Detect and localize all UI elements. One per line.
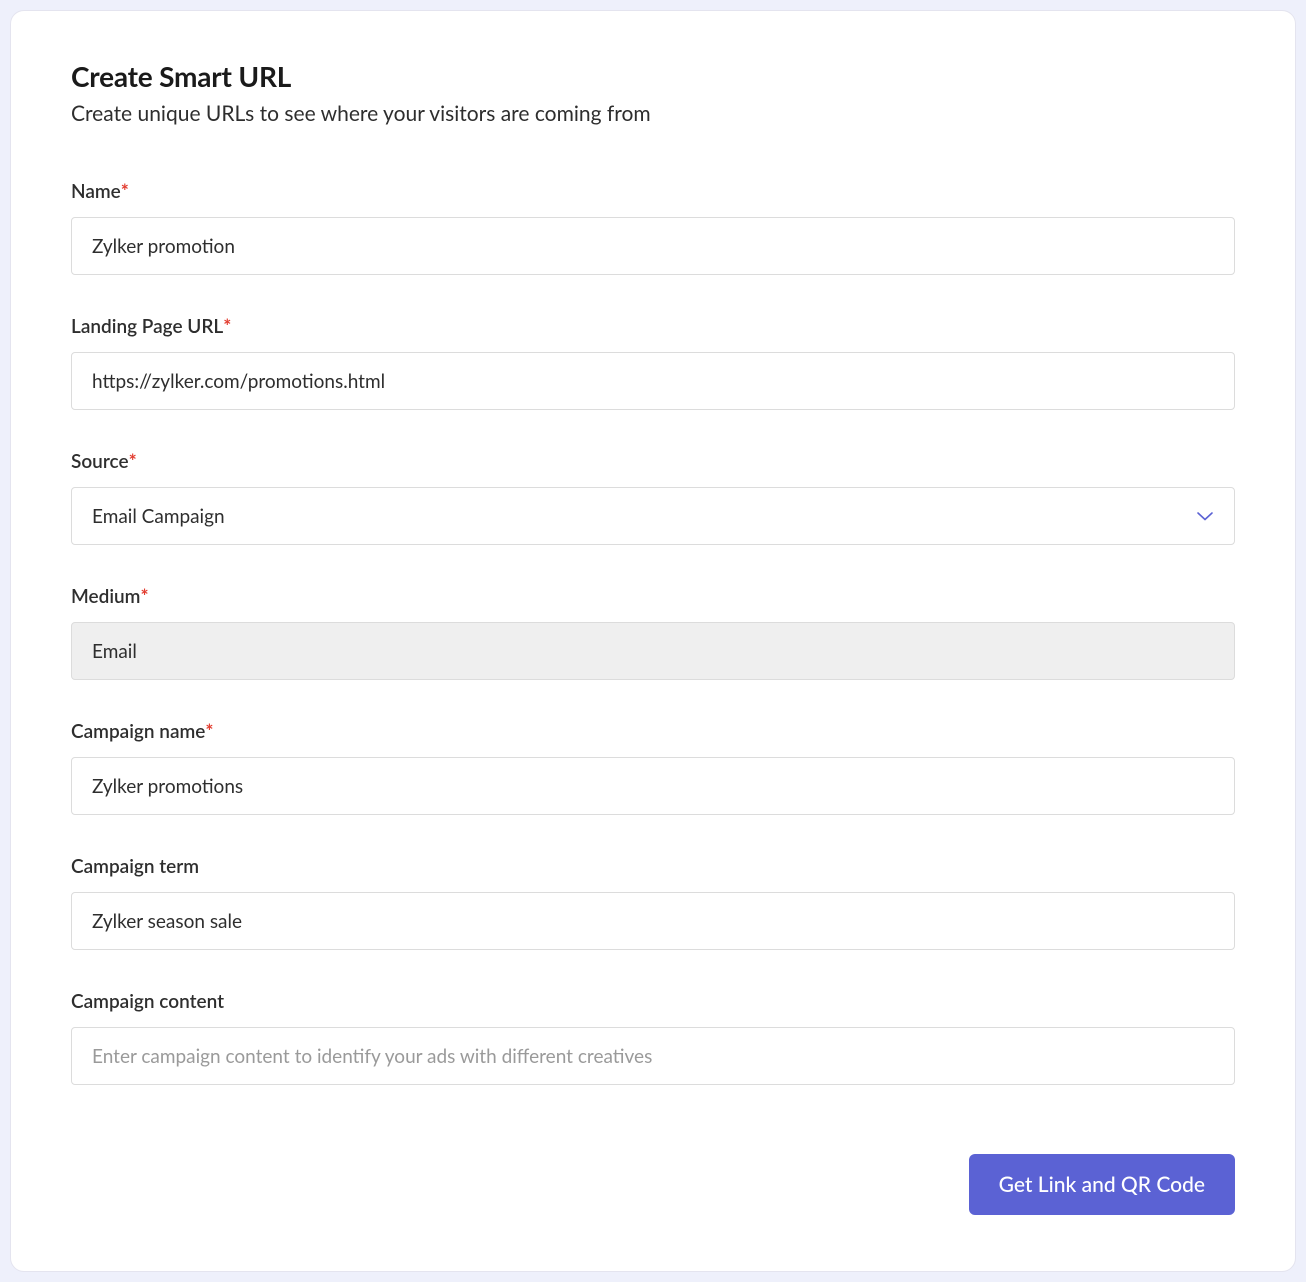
source-label: Source* [71, 450, 1235, 473]
field-campaign-name: Campaign name* [71, 720, 1235, 815]
campaign-name-input[interactable] [71, 757, 1235, 815]
campaign-term-input[interactable] [71, 892, 1235, 950]
campaign-term-label: Campaign term [71, 855, 1235, 878]
field-landing-url: Landing Page URL* [71, 315, 1235, 410]
campaign-name-label-text: Campaign name [71, 720, 205, 743]
required-marker: * [121, 180, 129, 203]
page-title: Create Smart URL [71, 59, 1235, 93]
field-campaign-term: Campaign term [71, 855, 1235, 950]
source-select[interactable]: Email Campaign [71, 487, 1235, 545]
source-select-wrap: Email Campaign [71, 487, 1235, 545]
field-name: Name* [71, 180, 1235, 275]
campaign-content-input[interactable] [71, 1027, 1235, 1085]
field-medium: Medium* Email [71, 585, 1235, 680]
required-marker: * [140, 585, 148, 608]
name-input[interactable] [71, 217, 1235, 275]
field-source: Source* Email Campaign [71, 450, 1235, 545]
medium-label: Medium* [71, 585, 1235, 608]
page-subtitle: Create unique URLs to see where your vis… [71, 101, 1235, 126]
required-marker: * [129, 450, 137, 473]
medium-label-text: Medium [71, 585, 140, 608]
field-campaign-content: Campaign content [71, 990, 1235, 1085]
get-link-button[interactable]: Get Link and QR Code [969, 1154, 1235, 1215]
landing-url-input[interactable] [71, 352, 1235, 410]
campaign-name-label: Campaign name* [71, 720, 1235, 743]
create-smart-url-card: Create Smart URL Create unique URLs to s… [10, 10, 1296, 1272]
name-label: Name* [71, 180, 1235, 203]
medium-readonly: Email [71, 622, 1235, 680]
landing-url-label-text: Landing Page URL [71, 315, 223, 338]
source-label-text: Source [71, 450, 129, 473]
required-marker: * [205, 720, 213, 743]
campaign-content-label: Campaign content [71, 990, 1235, 1013]
landing-url-label: Landing Page URL* [71, 315, 1235, 338]
required-marker: * [223, 315, 231, 338]
name-label-text: Name [71, 180, 121, 203]
